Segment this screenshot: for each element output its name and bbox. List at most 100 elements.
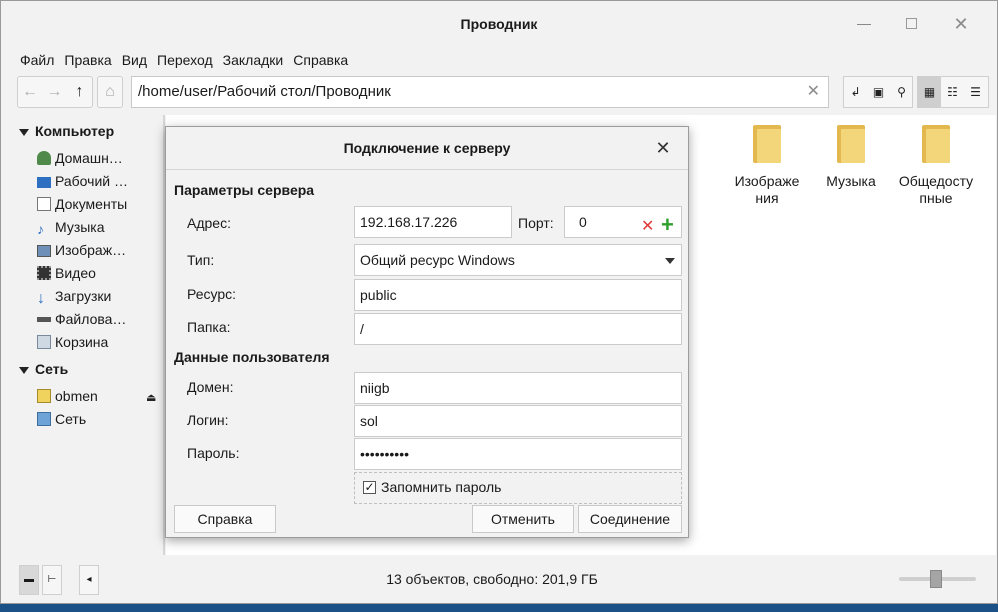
view-mode-group: ▦ ☷ ☰ — [917, 76, 989, 108]
resource-input[interactable]: public — [354, 279, 682, 311]
toolbar: ← → ↑ ⌂ /home/user/Рабочий стол/Проводни… — [17, 76, 989, 110]
desktop-icon — [37, 177, 51, 188]
login-label: Логин: — [187, 412, 229, 428]
expand-icon — [19, 366, 29, 374]
divider — [166, 169, 688, 170]
sidebar: Компьютер Домашн… Рабочий … Документы ♪ М… — [15, 119, 161, 559]
sidebar-section-computer[interactable]: Компьютер — [19, 120, 114, 142]
remove-port-icon[interactable]: ✕ — [641, 216, 654, 236]
zoom-slider-thumb[interactable] — [930, 570, 942, 588]
forward-button[interactable]: → — [42, 76, 68, 108]
maximize-button[interactable] — [897, 9, 927, 39]
checkbox-checked-icon[interactable]: ✓ — [363, 481, 376, 494]
clear-icon[interactable]: ✕ — [807, 77, 820, 107]
sidebar-item-music[interactable]: ♪ Музыка — [37, 216, 161, 238]
folder-input[interactable]: / — [354, 313, 682, 345]
sidebar-item-video[interactable]: Видео — [37, 262, 161, 284]
list-view-icon[interactable]: ☰ — [964, 77, 987, 107]
port-label: Порт: — [518, 215, 554, 231]
arrow-up-icon: ↑ — [75, 83, 84, 100]
compact-view-icon[interactable]: ☷ — [941, 77, 964, 107]
resource-label: Ресурс: — [187, 286, 237, 302]
address-input[interactable]: 192.168.17.226 — [354, 206, 512, 238]
video-icon — [37, 266, 51, 280]
close-icon: ✕ — [655, 138, 671, 158]
folder-item[interactable]: Изображе ния — [722, 125, 812, 207]
server-section-header: Параметры сервера — [174, 182, 315, 198]
search-icon[interactable]: ⚲ — [890, 77, 913, 107]
remember-password-checkbox[interactable]: ✓ Запомнить пароль — [354, 472, 682, 504]
dropdown-arrow-icon — [665, 258, 675, 264]
arrow-right-icon: → — [46, 83, 63, 100]
minimize-button[interactable] — [849, 9, 879, 39]
password-label: Пароль: — [187, 445, 240, 461]
documents-icon — [37, 197, 51, 211]
sidebar-item-network[interactable]: Сеть — [37, 408, 161, 430]
eject-icon[interactable]: ⏏ — [146, 391, 158, 404]
network-share-icon — [37, 389, 51, 403]
tools-group: ↲ ▣ ⚲ — [843, 76, 913, 108]
menu-view[interactable]: Вид — [117, 49, 152, 71]
dialog-title: Подключение к серверу — [343, 140, 511, 156]
folder-icon — [922, 125, 950, 163]
window-title: Проводник — [460, 16, 538, 32]
domain-input[interactable]: niigb — [354, 372, 682, 404]
minimize-icon — [857, 24, 871, 25]
back-button[interactable]: ← — [17, 76, 43, 108]
connect-button[interactable]: Соединение — [578, 505, 682, 533]
menu-file[interactable]: Файл — [15, 49, 59, 71]
downloads-icon: ↓ — [37, 290, 45, 307]
dialog-close-button[interactable]: ✕ — [650, 135, 676, 161]
up-button[interactable]: ↑ — [67, 76, 93, 108]
home-button[interactable]: ⌂ — [97, 76, 123, 108]
sidebar-item-downloads[interactable]: ↓ Загрузки — [37, 285, 161, 307]
password-input[interactable]: •••••••••• — [354, 438, 682, 470]
folder-item[interactable]: Общедосту пные — [891, 125, 981, 207]
trash-icon — [37, 335, 51, 349]
sidebar-item-desktop[interactable]: Рабочий … — [37, 170, 161, 192]
icon-view-icon[interactable]: ▦ — [918, 77, 941, 107]
domain-label: Домен: — [187, 379, 234, 395]
folder-icon — [753, 125, 781, 163]
menu-edit[interactable]: Правка — [59, 49, 116, 71]
address-label: Адрес: — [187, 215, 231, 231]
filesystem-icon — [37, 317, 51, 322]
user-section-header: Данные пользователя — [174, 349, 330, 365]
arrow-left-icon: ← — [22, 83, 38, 100]
folder-item[interactable]: Музыка — [806, 125, 896, 190]
sidebar-item-home[interactable]: Домашн… — [37, 147, 161, 169]
remember-password-label: Запомнить пароль — [381, 479, 502, 495]
help-button[interactable]: Справка — [174, 505, 276, 533]
login-input[interactable]: sol — [354, 405, 682, 437]
menu-bookmarks[interactable]: Закладки — [218, 49, 289, 71]
folder-icon — [837, 125, 865, 163]
sidebar-item-obmen[interactable]: obmen — [37, 385, 161, 407]
type-label: Тип: — [187, 252, 215, 268]
sidebar-item-pictures[interactable]: Изображ… — [37, 239, 161, 261]
close-button[interactable]: ✕ — [946, 9, 976, 39]
network-icon — [37, 412, 51, 426]
location-input[interactable]: /home/user/Рабочий стол/Проводник ✕ — [131, 76, 829, 108]
sidebar-item-documents[interactable]: Документы — [37, 193, 161, 215]
status-bar: ▬ ⊢ ◂ 13 объектов, свободно: 201,9 ГБ — [1, 557, 997, 601]
terminal-icon[interactable]: ▣ — [867, 77, 890, 107]
menu-bar: Файл Правка Вид Переход Закладки Справка — [15, 49, 353, 71]
location-text: /home/user/Рабочий стол/Проводник — [138, 83, 391, 100]
close-icon: ✕ — [953, 14, 969, 34]
maximize-icon — [906, 18, 917, 29]
status-text: 13 объектов, свободно: 201,9 ГБ — [386, 571, 598, 587]
open-in-new-icon[interactable]: ↲ — [844, 77, 867, 107]
sidebar-item-filesystem[interactable]: Файлова… — [37, 308, 161, 330]
music-icon: ♪ — [37, 221, 44, 237]
home-folder-icon — [37, 151, 51, 165]
sidebar-section-network[interactable]: Сеть — [19, 358, 68, 380]
type-select[interactable]: Общий ресурс Windows — [354, 244, 682, 276]
home-icon: ⌂ — [105, 83, 115, 100]
add-port-icon[interactable]: + — [661, 212, 674, 238]
menu-help[interactable]: Справка — [288, 49, 353, 71]
cancel-button[interactable]: Отменить — [472, 505, 574, 533]
expand-icon — [19, 128, 29, 136]
title-bar[interactable]: Проводник ✕ — [1, 1, 997, 47]
sidebar-item-trash[interactable]: Корзина — [37, 331, 161, 353]
menu-go[interactable]: Переход — [152, 49, 218, 71]
